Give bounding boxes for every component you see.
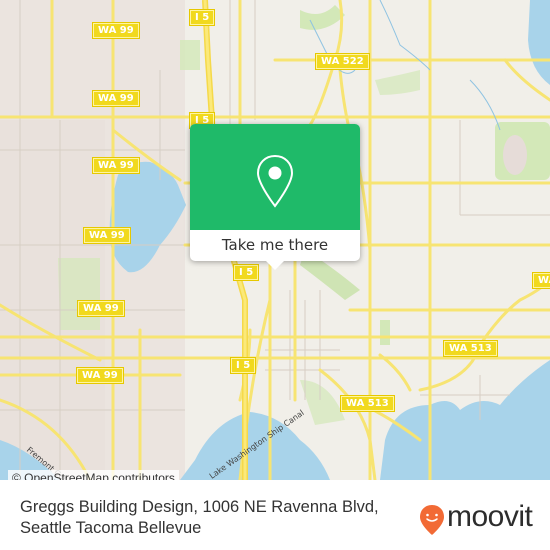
park	[180, 40, 200, 70]
route-shield-wa99: WA 99	[76, 367, 124, 384]
route-shield-wa99: WA 99	[92, 22, 140, 39]
route-shield-wa99: WA 99	[83, 227, 131, 244]
park	[300, 5, 345, 30]
take-me-there-button[interactable]: Take me there	[190, 230, 360, 261]
route-shield-i5: I 5	[189, 9, 216, 26]
park	[58, 258, 100, 330]
footer: Greggs Building Design, 1006 NE Ravenna …	[0, 485, 550, 550]
route-shield-wa513: WA 513	[532, 272, 550, 289]
destination-popup: Take me there	[190, 124, 360, 270]
moovit-wordmark: moovit	[447, 500, 533, 533]
route-shield-wa513: WA 513	[340, 395, 395, 412]
place-address: Greggs Building Design, 1006 NE Ravenna …	[20, 498, 379, 537]
route-shield-wa99: WA 99	[92, 90, 140, 107]
route-shield-wa99: WA 99	[92, 157, 140, 174]
lake-washington-north	[528, 0, 550, 85]
route-shield-i5: I 5	[230, 357, 257, 374]
popup-header	[190, 124, 360, 230]
route-shield-wa99: WA 99	[77, 300, 125, 317]
map-pin-icon	[256, 154, 294, 208]
map-attribution[interactable]: © OpenStreetMap contributors	[8, 470, 179, 480]
park	[375, 70, 420, 95]
stadium	[503, 135, 527, 175]
popup-pointer	[266, 261, 284, 270]
map-view[interactable]: WA 99 WA 99 WA 99 WA 99 WA 99 WA 99 I 5 …	[0, 0, 550, 480]
union-bay	[380, 360, 550, 480]
moovit-pin-icon	[420, 505, 444, 535]
route-shield-i5: I 5	[233, 264, 260, 281]
route-shield-wa522: WA 522	[315, 53, 370, 70]
park	[380, 320, 390, 345]
route-shield-wa513: WA 513	[443, 340, 498, 357]
